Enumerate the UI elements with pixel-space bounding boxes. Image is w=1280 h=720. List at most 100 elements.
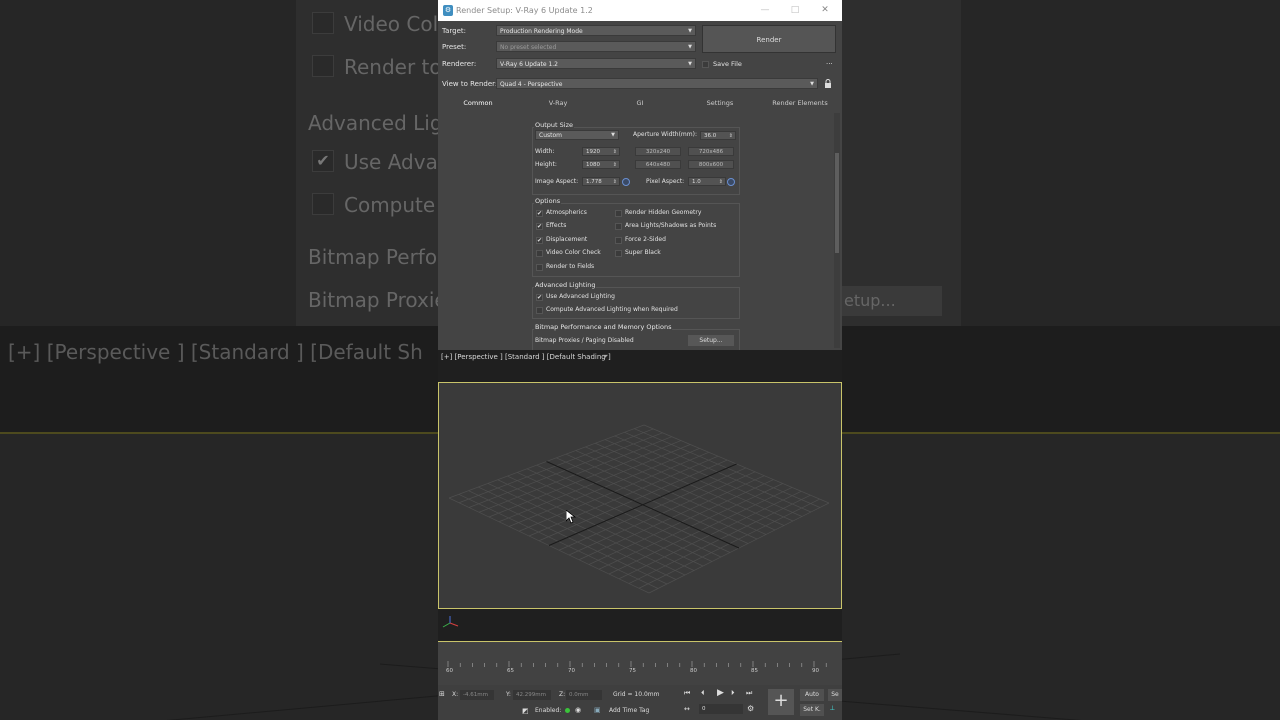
backdrop-text: Advanced Ligh	[308, 111, 456, 135]
axis-tripod-icon	[442, 616, 459, 628]
target-dropdown[interactable]: Production Rendering Mode ▼	[496, 25, 696, 36]
use-advanced-lighting-checkbox[interactable]: ✔	[536, 294, 543, 301]
backdrop-viewport-title: [+] [Perspective ] [Standard ] [Default …	[8, 340, 423, 364]
more-button[interactable]: ...	[826, 58, 833, 66]
displacement-checkbox[interactable]: ✔	[536, 237, 543, 244]
scrollbar[interactable]	[834, 113, 840, 348]
script-listener-icon[interactable]: ◩	[522, 707, 529, 715]
play-icon[interactable]: ▶	[717, 688, 724, 698]
target-label: Target:	[442, 27, 467, 35]
chevron-down-icon: ▼	[810, 81, 814, 87]
aperture-field[interactable]: 36.0 ⇕	[700, 131, 736, 140]
renderer-label: Renderer:	[442, 60, 477, 68]
render-hidden-geometry-checkbox[interactable]	[615, 210, 622, 217]
time-tag-icon[interactable]: ▣	[594, 706, 601, 714]
set-key-mode-button[interactable]: Set K.	[800, 704, 824, 716]
save-file-checkbox[interactable]	[702, 61, 709, 68]
enabled-status-dot	[565, 708, 570, 713]
spinner-icon[interactable]: ⇕	[729, 132, 733, 140]
preset-dropdown[interactable]: No preset selected ▼	[496, 41, 696, 52]
lock-pixel-aspect-icon[interactable]	[727, 178, 735, 186]
z-coordinate-field[interactable]: 0.0mm	[566, 690, 602, 700]
timeline[interactable]: 60 65 70 75 80 85 90	[438, 643, 842, 685]
preset-button[interactable]: 720x486	[688, 147, 734, 156]
height-label: Height:	[535, 161, 557, 168]
home-grid	[448, 424, 830, 594]
y-coordinate-field[interactable]: 42.299mm	[513, 690, 551, 700]
isolate-icon[interactable]: ◉	[575, 706, 581, 714]
selection-set-button[interactable]: Se	[828, 689, 842, 701]
next-frame-icon[interactable]: ⏵	[731, 689, 735, 698]
current-frame-field[interactable]: 0	[699, 704, 743, 714]
super-black-checkbox[interactable]	[615, 250, 622, 257]
height-field[interactable]: 1080 ⇕	[582, 160, 620, 169]
spinner-icon[interactable]: ⇕	[613, 178, 617, 186]
go-to-end-icon[interactable]: ⏭	[746, 689, 752, 698]
tab-settings[interactable]: Settings	[690, 95, 750, 111]
option-label: Super Black	[625, 249, 661, 256]
video-color-check-checkbox[interactable]	[536, 250, 543, 257]
previous-frame-icon[interactable]: ⏴	[701, 689, 705, 698]
spinner-icon[interactable]: ⇕	[613, 148, 617, 156]
aperture-value: 36.0	[704, 133, 717, 139]
selection-lock-icon[interactable]: ⊞	[439, 690, 445, 698]
atmospherics-checkbox[interactable]: ✔	[536, 210, 543, 217]
bitmap-title: Bitmap Performance and Memory Options	[534, 323, 673, 331]
perspective-viewport[interactable]	[438, 382, 842, 609]
filter-icon[interactable]: ⏷	[602, 352, 608, 362]
option-label: Area Lights/Shadows as Points	[625, 222, 717, 229]
preset-value: No preset selected	[500, 44, 557, 51]
spinner-icon[interactable]: ⇕	[719, 178, 723, 186]
set-key-button[interactable]: +	[768, 689, 794, 715]
pixel-aspect-value: 1.0	[692, 179, 701, 185]
tab-common[interactable]: Common	[448, 95, 508, 111]
width-label: Width:	[535, 148, 555, 155]
scrollbar-thumb[interactable]	[835, 153, 839, 253]
close-button[interactable]: ✕	[810, 0, 840, 21]
renderer-dropdown[interactable]: V-Ray 6 Update 1.2 ▼	[496, 58, 696, 69]
pixel-aspect-field[interactable]: 1.0 ⇕	[688, 177, 726, 186]
area-lights-checkbox[interactable]	[615, 223, 622, 230]
lock-icon[interactable]	[824, 79, 832, 89]
tab-gi[interactable]: GI	[610, 95, 670, 111]
preset-button[interactable]: 800x600	[688, 160, 734, 169]
timeline-ruler[interactable]	[444, 661, 836, 667]
image-aspect-field[interactable]: 1.778 ⇕	[582, 177, 620, 186]
pixel-aspect-label: Pixel Aspect:	[646, 178, 685, 185]
tab-render-elements[interactable]: Render Elements	[766, 95, 834, 111]
spinner-icon[interactable]: ⇕	[613, 161, 617, 169]
key-mode-icon[interactable]: ⚙	[747, 704, 754, 713]
view-to-render-dropdown[interactable]: Quad 4 - Perspective ▼	[496, 78, 818, 89]
option-label: Render to Fields	[546, 263, 595, 270]
key-filters-icon[interactable]: ⟂	[830, 704, 835, 713]
bitmap-setup-button[interactable]: Setup...	[688, 335, 734, 346]
grid-size: Grid = 10.0mm	[613, 691, 660, 698]
backdrop-text: Render to	[344, 55, 442, 79]
preset-button[interactable]: 320x240	[635, 147, 681, 156]
timeline-tick-label: 85	[751, 668, 758, 674]
x-coordinate-field[interactable]: -4.61mm	[460, 690, 494, 700]
minimize-button[interactable]: —	[750, 0, 780, 21]
maximize-button[interactable]: □	[780, 0, 810, 21]
backdrop-button: etup...	[838, 286, 942, 316]
lock-aspect-icon[interactable]	[622, 178, 630, 186]
width-field[interactable]: 1920 ⇕	[582, 147, 620, 156]
add-time-tag-label[interactable]: Add Time Tag	[609, 707, 649, 714]
size-mode-dropdown[interactable]: Custom ▼	[535, 130, 619, 140]
option-label: Effects	[546, 222, 567, 229]
advanced-lighting-group	[532, 287, 740, 319]
compute-advanced-lighting-checkbox[interactable]	[536, 307, 543, 314]
image-aspect-label: Image Aspect:	[535, 178, 579, 185]
tab-vray[interactable]: V-Ray	[528, 95, 588, 111]
go-to-start-icon[interactable]: ⏮	[684, 689, 690, 698]
effects-checkbox[interactable]: ✔	[536, 223, 543, 230]
viewport-label[interactable]: [+] [Perspective ] [Standard ] [Default …	[441, 353, 611, 361]
force-2-sided-checkbox[interactable]	[615, 237, 622, 244]
preset-button[interactable]: 640x480	[635, 160, 681, 169]
time-config-icon[interactable]: ↔	[684, 705, 690, 713]
size-mode-value: Custom	[539, 132, 562, 139]
auto-key-button[interactable]: Auto	[800, 689, 824, 701]
render-to-fields-checkbox[interactable]	[536, 264, 543, 271]
viewport-header: [+] [Perspective ] [Standard ] [Default …	[438, 350, 842, 382]
render-button[interactable]: Render	[702, 25, 836, 53]
